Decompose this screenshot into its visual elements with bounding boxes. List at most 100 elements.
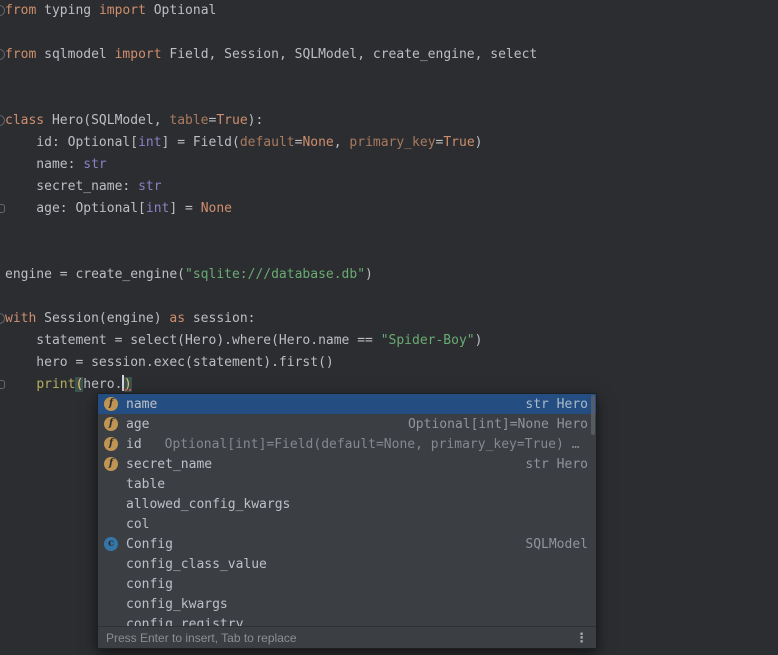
code-token: "sqlite:///database.db" (185, 267, 365, 282)
code-token: ) (475, 333, 483, 348)
completion-item-Config[interactable]: cConfigSQLModel (98, 534, 596, 554)
code-line[interactable]: from typing import Optional (0, 0, 778, 22)
code-token: typing (36, 3, 99, 18)
completion-tail: Optional[int]=Field(default=None, primar… (165, 437, 588, 452)
completion-item-table[interactable]: table (98, 474, 596, 494)
code-line[interactable] (0, 220, 778, 242)
completion-popup: fnamestr HerofageOptional[int]=None Hero… (97, 393, 597, 649)
code-line[interactable] (0, 286, 778, 308)
gutter-icon[interactable] (0, 204, 5, 213)
code-token: , (334, 135, 350, 150)
code-token: secret_name: (5, 179, 138, 194)
gutter-icon[interactable] (0, 5, 5, 16)
no-icon (104, 597, 118, 611)
code-line[interactable]: name: str (0, 154, 778, 176)
code-token: ): (248, 113, 264, 128)
code-line[interactable]: secret_name: str (0, 176, 778, 198)
completion-label: table (126, 477, 165, 492)
code-token: engine = create_engine( (5, 267, 185, 282)
code-token: None (302, 135, 333, 150)
field-icon: f (104, 397, 118, 411)
code-line[interactable]: with Session(engine) as session: (0, 308, 778, 330)
completion-tail: str Hero (525, 397, 588, 412)
completion-label: config_kwargs (126, 597, 228, 612)
completion-list[interactable]: fnamestr HerofageOptional[int]=None Hero… (98, 394, 596, 626)
no-icon (104, 477, 118, 491)
code-line[interactable]: from sqlmodel import Field, Session, SQL… (0, 44, 778, 66)
more-options-icon[interactable]: ⋮ (575, 631, 588, 644)
gutter-icon[interactable] (0, 49, 5, 60)
completion-item-secret_name[interactable]: f secret_name str Hero (98, 454, 596, 474)
completion-item-config_registry[interactable]: config_registry (98, 614, 596, 626)
completion-label: age (126, 417, 149, 432)
completion-item-config_kwargs[interactable]: config_kwargs (98, 594, 596, 614)
code-line[interactable]: age: Optional[int] = None (0, 198, 778, 220)
code-token: class (5, 113, 44, 128)
code-token: str (138, 179, 161, 194)
no-icon (104, 497, 118, 511)
gutter (0, 0, 10, 655)
completion-tail: SQLModel (525, 537, 588, 552)
completion-label: col (126, 517, 149, 532)
code-line[interactable]: class Hero(SQLModel, table=True): (0, 110, 778, 132)
completion-item-age[interactable]: fage Optional[int]=None Hero (98, 414, 596, 434)
code-line[interactable] (0, 22, 778, 44)
code-token: ] = Field( (162, 135, 240, 150)
code-token: hero. (83, 377, 122, 392)
completion-tail: Optional[int]=None Hero (408, 417, 588, 432)
code-token: default (240, 135, 295, 150)
popup-scrollbar[interactable] (591, 395, 595, 435)
code-token: age: Optional[ (5, 201, 146, 216)
code-token: print (36, 377, 75, 392)
code-line[interactable] (0, 88, 778, 110)
completion-label: Config (126, 537, 173, 552)
completion-item-allowed_config_kwargs[interactable]: allowed_config_kwargs (98, 494, 596, 514)
completion-label: name (126, 397, 157, 412)
field-icon: f (104, 417, 118, 431)
completion-item-config[interactable]: config (98, 574, 596, 594)
code-token: Hero(SQLModel, (44, 113, 169, 128)
code-token: statement = select(Hero).where(Hero.name… (5, 333, 381, 348)
code-token: "Spider-Boy" (381, 333, 475, 348)
code-token: sqlmodel (36, 47, 114, 62)
code-token: str (83, 157, 106, 172)
completion-hint: Press Enter to insert, Tab to replace (106, 631, 297, 645)
code-token: primary_key (349, 135, 435, 150)
gutter-icon[interactable] (0, 380, 5, 389)
completion-item-name[interactable]: fname str Hero (98, 394, 596, 414)
code-token: hero = session.exec(statement).first() (5, 355, 334, 370)
field-icon: f (104, 457, 118, 471)
code-token: ] = (169, 201, 200, 216)
code-line[interactable]: statement = select(Hero).where(Hero.name… (0, 330, 778, 352)
gutter-icon[interactable] (0, 313, 5, 324)
completion-label: config_class_value (126, 557, 267, 572)
code-line[interactable] (0, 66, 778, 88)
code-token: table (169, 113, 208, 128)
gutter-icon[interactable] (0, 115, 5, 126)
completion-label: secret_name (126, 457, 212, 472)
code-token: int (146, 201, 169, 216)
code-token: import (115, 47, 162, 62)
code-line[interactable]: id: Optional[int] = Field(default=None, … (0, 132, 778, 154)
completion-label: config (126, 577, 173, 592)
code-token: Field, Session, SQLModel, create_engine,… (162, 47, 538, 62)
code-line[interactable] (0, 242, 778, 264)
completion-label: id (126, 437, 142, 452)
completion-item-config_class_value[interactable]: config_class_value (98, 554, 596, 574)
completion-item-col[interactable]: col (98, 514, 596, 534)
code-token: session: (185, 311, 255, 326)
field-icon: f (104, 437, 118, 451)
code-token: ) (365, 267, 373, 282)
code-token: True (443, 135, 474, 150)
code-token: int (138, 135, 161, 150)
code-lines: from typing import Optional from sqlmodel… (0, 0, 778, 396)
code-token: as (169, 311, 185, 326)
completion-item-id[interactable]: fid Optional[int]=Field(default=None, pri… (98, 434, 596, 454)
completion-label: config_registry (126, 617, 243, 627)
completion-footer: Press Enter to insert, Tab to replace ⋮ (98, 626, 596, 648)
code-token: import (99, 3, 146, 18)
completion-tail: str Hero (525, 457, 588, 472)
code-line[interactable]: engine = create_engine("sqlite:///databa… (0, 264, 778, 286)
code-line[interactable]: hero = session.exec(statement).first() (0, 352, 778, 374)
code-token: ) (475, 135, 483, 150)
